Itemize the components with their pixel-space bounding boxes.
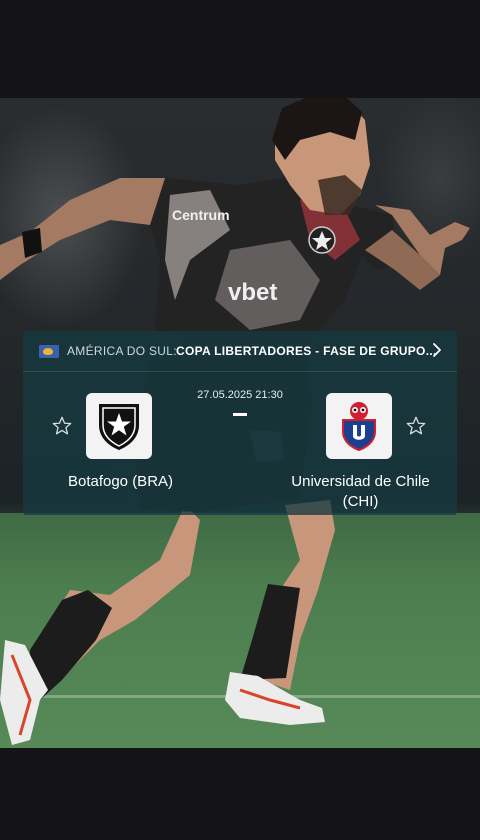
bottom-letterbox [0, 748, 480, 840]
away-team-name[interactable]: Universidad de Chile (CHI) [273, 472, 448, 512]
south-america-flag-icon [39, 345, 59, 358]
away-team-name-line1: Universidad de Chile [291, 473, 430, 490]
favorite-home-star-icon[interactable] [51, 415, 73, 437]
jersey-sponsor-vbet: vbet [228, 279, 277, 306]
favorite-away-star-icon[interactable] [405, 415, 427, 437]
match-card[interactable]: AMÉRICA DO SUL: COPA LIBERTADORES - FASE… [23, 331, 457, 515]
competition-label: COPA LIBERTADORES - FASE DE GRUPO... [176, 344, 437, 358]
universidad-de-chile-crest-icon [342, 402, 376, 452]
home-team-crest[interactable] [86, 393, 152, 459]
jersey-sponsor-centrum: Centrum [172, 207, 230, 223]
away-team-crest[interactable] [326, 393, 392, 459]
botafogo-crest-icon [99, 404, 139, 451]
away-team-name-line2: (CHI) [342, 493, 379, 510]
league-header[interactable]: AMÉRICA DO SUL: COPA LIBERTADORES - FASE… [23, 331, 457, 372]
region-label: AMÉRICA DO SUL: [67, 344, 177, 358]
chevron-right-icon[interactable] [427, 340, 447, 360]
score-separator [233, 413, 247, 416]
home-team-name[interactable]: Botafogo (BRA) [43, 472, 198, 492]
top-letterbox [0, 0, 480, 98]
